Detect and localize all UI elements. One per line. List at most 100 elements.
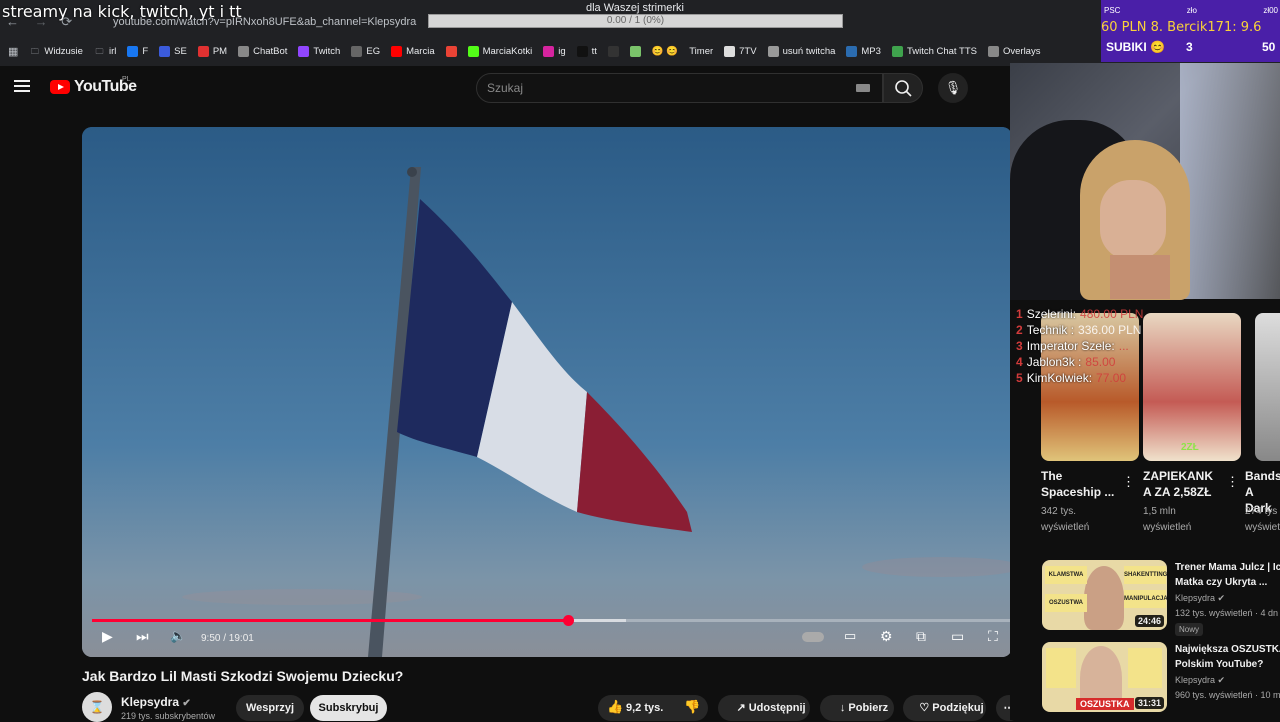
short-title[interactable]: ZAPIEKANK A ZA 2,58ZŁ — [1143, 468, 1213, 500]
video-thumbnail[interactable]: KLAMSTWA SHAKENTTING OSZUSTWA MANIPULACJ… — [1042, 560, 1167, 630]
bookmark-item[interactable] — [445, 45, 457, 57]
donation-header-label: PSC — [1104, 6, 1121, 15]
bookmark-item[interactable] — [629, 45, 641, 57]
short-menu-icon[interactable]: ⋮ — [1226, 474, 1239, 490]
short-views-line: wyświetleń — [1143, 522, 1192, 533]
ranking-amount: 480.00 PLN — [1080, 307, 1144, 321]
bookmark-item[interactable]: PM — [197, 45, 228, 57]
theater-mode-icon[interactable]: ▭ — [951, 628, 964, 645]
bookmark-item[interactable]: Twitch Chat TTS — [891, 45, 977, 57]
apps-grid-icon[interactable]: ▦ — [8, 45, 18, 58]
download-label: Pobierz — [848, 702, 889, 714]
settings-gear-icon[interactable]: ⚙ — [880, 628, 893, 645]
search-input[interactable]: Szukaj — [476, 73, 883, 103]
image-icon — [629, 45, 641, 57]
bookmark-item[interactable]: EG — [351, 45, 381, 57]
video-player[interactable] — [82, 127, 1012, 657]
short-views-line: 1,5 mln — [1143, 506, 1176, 517]
thumbnail-person — [1084, 566, 1124, 630]
video-title-link[interactable]: Największa OSZUSTKA Polskim YouTube? — [1175, 642, 1280, 672]
twitch-icon — [298, 45, 310, 57]
video-channel[interactable]: Klepsydra ✔ — [1175, 675, 1225, 686]
search-button[interactable] — [883, 73, 923, 103]
bookmark-label: EG — [366, 45, 381, 57]
short-thumbnail[interactable]: 2ZŁ — [1143, 313, 1241, 461]
keyboard-icon[interactable] — [856, 84, 870, 92]
video-title-line: Trener Mama Julcz | Ic — [1175, 562, 1280, 573]
bookmark-item[interactable]: 7TV — [724, 45, 757, 57]
short-menu-icon[interactable]: ⋮ — [1122, 474, 1135, 490]
ranking-row: 1 Szelerini: 480.00 PLN — [1016, 306, 1143, 322]
volume-icon[interactable]: 🔈 — [170, 628, 186, 644]
bookmark-item[interactable]: Marcia — [391, 45, 435, 57]
gmail-icon — [445, 45, 457, 57]
ranking-row: 3 Imperator Szele:... — [1016, 338, 1143, 354]
next-icon[interactable]: ⏭ — [136, 628, 149, 645]
bookmark-item[interactable]: 🗀 Widzusie — [29, 46, 83, 57]
bookmark-item[interactable] — [607, 45, 619, 57]
bookmark-item[interactable]: Timer — [689, 46, 713, 57]
bookmarks-bar: ▦ 🗀 Widzusie 🗀 irl F SE PM ChatBot Twitch EG Marci… — [0, 40, 1110, 62]
subscribe-button[interactable]: Subskrybuj — [310, 695, 387, 721]
bookmark-item[interactable]: SE — [159, 45, 187, 57]
chatbot-icon — [238, 45, 250, 57]
ranking-row: 2 Technik :336.00 PLN — [1016, 322, 1143, 338]
bookmark-item[interactable]: F — [127, 45, 148, 57]
thumbs-down-icon[interactable]: 👎 — [684, 699, 700, 715]
thanks-button[interactable]: ♡ Podziękuj — [903, 695, 986, 721]
hamburger-menu-icon[interactable] — [14, 80, 30, 92]
ranking-amount: ... — [1118, 339, 1129, 353]
bookmark-item[interactable]: Twitch — [298, 45, 340, 57]
ranking-name: KimKolwiek: — [1026, 371, 1093, 385]
pm-icon — [197, 45, 209, 57]
bookmark-label: PM — [212, 45, 228, 57]
play-icon[interactable]: ▶ — [102, 628, 113, 645]
bookmark-item[interactable]: MP3 — [846, 45, 881, 57]
like-count: 9,2 tys. — [626, 702, 664, 714]
verified-check-icon: ✔ — [1217, 675, 1226, 685]
bookmark-item[interactable]: 🗀 irl — [94, 46, 116, 57]
video-channel[interactable]: Klepsydra ✔ — [1175, 593, 1225, 604]
subtitles-icon[interactable]: ▭ — [844, 628, 856, 644]
support-button[interactable]: Wesprzyj — [236, 695, 304, 721]
video-title: Jak Bardzo Lil Masti Szkodzi Swojemu Dzi… — [82, 668, 404, 684]
bookmark-item[interactable]: ChatBot — [238, 45, 288, 57]
short-views: 274 tys wyświetl — [1245, 504, 1280, 536]
youtube-icon — [391, 45, 403, 57]
channel-avatar[interactable]: ⌛ — [82, 692, 112, 722]
bookmark-item[interactable]: Overlays — [987, 45, 1040, 57]
short-views-line: 274 tys — [1245, 506, 1278, 517]
autoplay-toggle[interactable] — [802, 632, 824, 642]
video-title-link[interactable]: Trener Mama Julcz | Ic Matka czy Ukryta .… — [1175, 560, 1280, 590]
bookmark-item[interactable]: ig — [543, 45, 566, 57]
bookmark-label: ChatBot — [253, 45, 288, 57]
bookmark-item[interactable]: tt — [576, 45, 597, 57]
goal-title: dla Waszej strimerki — [586, 2, 684, 14]
bookmark-item[interactable]: usuń twitcha — [767, 45, 835, 57]
miniplayer-icon[interactable]: ⧉ — [916, 628, 926, 645]
short-title[interactable]: The Spaceship ... — [1041, 468, 1114, 500]
ranking-row: 4 Jablon3k :85.00 — [1016, 354, 1143, 370]
subs-count: 3 — [1186, 40, 1193, 54]
ranking-name: Imperator Szele: — [1026, 339, 1115, 353]
donation-ranking: 1 Szelerini: 480.00 PLN 2 Technik :336.00 PL… — [1016, 306, 1143, 386]
video-thumbnail[interactable]: OSZUSTKA 31:31 — [1042, 642, 1167, 712]
time-display: 9:50 / 19:01 — [201, 633, 254, 644]
short-title-line: ZAPIEKANK — [1143, 469, 1214, 483]
fullscreen-icon[interactable]: ⛶ — [988, 628, 998, 645]
thumbnail-sticker — [1046, 648, 1076, 688]
folder-icon: 🗀 — [95, 46, 104, 56]
share-button[interactable]: ↗ Udostępnij — [718, 695, 810, 721]
video-duration: 31:31 — [1134, 697, 1164, 709]
short-thumbnail[interactable] — [1255, 313, 1280, 461]
bookmark-item[interactable]: MarciaKotki — [467, 45, 532, 57]
stream-overlay-title: streamy na kick, twitch, yt i tt — [2, 2, 242, 21]
download-button[interactable]: ↓ Pobierz — [820, 695, 894, 721]
video-scrubber-handle[interactable] — [562, 615, 574, 626]
channel-name[interactable]: Klepsydra ✔ — [121, 695, 191, 709]
voice-search-mic-icon[interactable]: 🎙 — [938, 73, 968, 103]
bookmark-item[interactable]: 😊 😊 — [652, 46, 678, 57]
donation-header-label: zł00 — [1263, 6, 1278, 15]
bookmark-label: Marcia — [406, 45, 435, 57]
thumbnail-sticker: OSZUSTWA — [1045, 594, 1087, 612]
